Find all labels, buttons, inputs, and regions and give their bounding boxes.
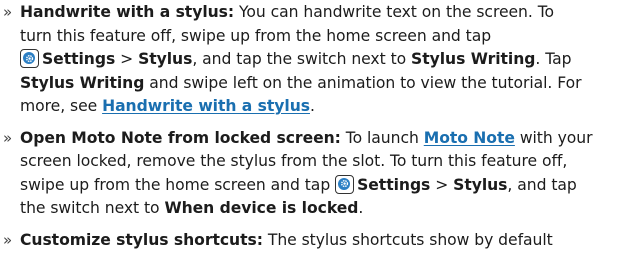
settings-gear-icon (20, 49, 39, 68)
link-moto-note[interactable]: Moto Note (424, 129, 515, 147)
item-heading: Customize stylus shortcuts: (20, 230, 263, 249)
line: swipe up from the home screen and tap Se… (20, 174, 577, 194)
line: Open Moto Note from locked screen: To la… (20, 128, 593, 147)
line: Customize stylus shortcuts: The stylus s… (20, 230, 553, 249)
list-item-handwrite: » Handwrite with a stylus: You can handw… (0, 1, 620, 119)
list-item-moto-note: » Open Moto Note from locked screen: To … (0, 127, 620, 221)
document-body: » Handwrite with a stylus: You can handw… (0, 0, 620, 260)
list-item-shortcuts: » Customize stylus shortcuts: The stylus… (0, 229, 620, 253)
line: screen locked, remove the stylus from th… (20, 152, 568, 170)
line: Settings > Stylus, and tap the switch ne… (20, 48, 620, 72)
line: turn this feature off, swipe up from the… (20, 26, 492, 45)
line: Handwrite with a stylus: You can handwri… (20, 3, 555, 21)
line: the switch next to When device is locked… (20, 199, 364, 217)
bullet-marker: » (3, 3, 13, 21)
line: more, see Handwrite with a stylus. (20, 97, 315, 115)
bullet-marker: » (3, 230, 13, 249)
line: Stylus Writing and swipe left on the ani… (20, 73, 582, 92)
bullet-marker: » (3, 128, 13, 147)
settings-gear-icon (335, 174, 355, 194)
link-handwrite-with-stylus[interactable]: Handwrite with a stylus (102, 97, 310, 115)
item-heading: Handwrite with a stylus: (20, 3, 235, 21)
item-heading: Open Moto Note from locked screen: (20, 128, 341, 147)
